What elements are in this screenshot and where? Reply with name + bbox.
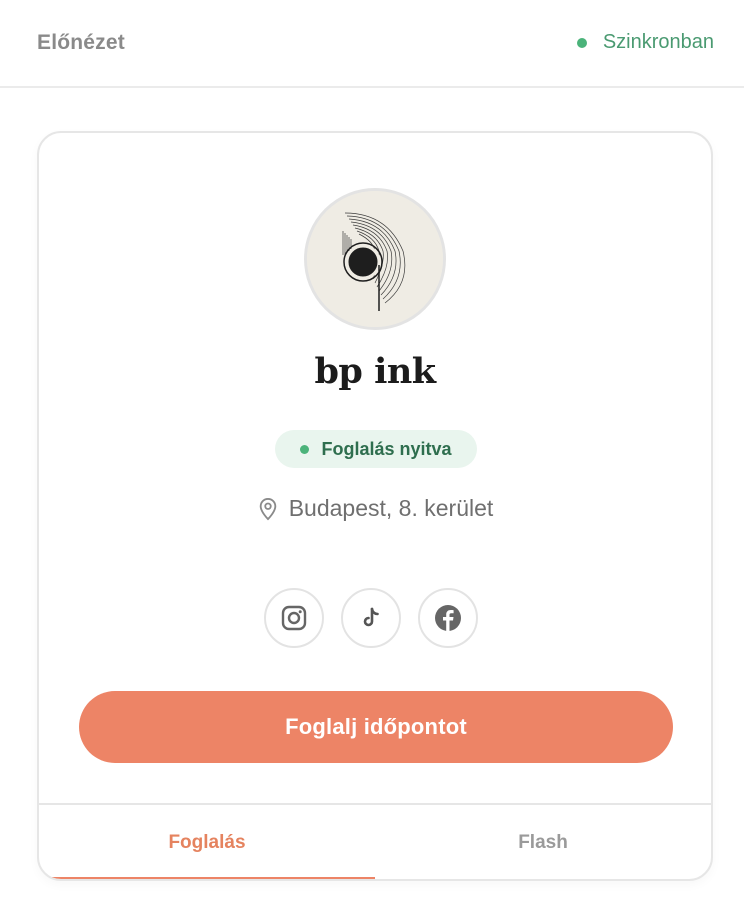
tiktok-icon — [363, 607, 379, 627]
page-title: Előnézet — [37, 31, 125, 54]
sync-dot-icon — [576, 37, 587, 48]
tab-booking[interactable]: Foglalás — [39, 805, 375, 879]
status-badge: Foglalás nyitva — [275, 430, 477, 468]
sync-status: Szinkronban — [576, 31, 714, 54]
avatar-logo-icon — [307, 191, 443, 327]
tiktok-button[interactable] — [341, 588, 401, 648]
avatar — [304, 188, 446, 330]
book-appointment-button[interactable]: Foglalj időpontot — [79, 691, 673, 763]
tab-flash[interactable]: Flash — [375, 805, 711, 879]
status-label: Foglalás nyitva — [321, 438, 452, 459]
tab-bar: Foglalás Flash — [39, 803, 711, 879]
profile-name: bp ink — [314, 351, 436, 392]
top-bar: Előnézet Szinkronban — [0, 0, 744, 88]
instagram-button[interactable] — [264, 588, 324, 648]
location: Budapest, 8. kerület — [39, 495, 711, 522]
profile-card: bp ink Foglalás nyitva Budapest, 8. kerü… — [37, 131, 713, 881]
status-dot-icon — [300, 444, 310, 454]
instagram-icon — [281, 605, 307, 631]
location-label: Budapest, 8. kerület — [288, 495, 494, 521]
facebook-button[interactable] — [418, 588, 478, 648]
facebook-icon — [435, 605, 461, 631]
sync-status-label: Szinkronban — [602, 31, 714, 53]
location-pin-icon — [259, 497, 276, 520]
social-links — [264, 588, 478, 648]
